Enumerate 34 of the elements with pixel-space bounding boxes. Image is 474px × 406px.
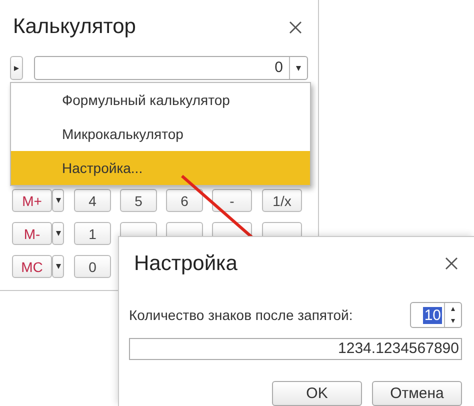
play-icon — [14, 66, 19, 70]
digits-label: Количество знаков после запятой: — [129, 307, 353, 323]
memory-key[interactable]: MC — [12, 255, 52, 278]
spin-field[interactable]: 10 — [410, 302, 462, 328]
dropdown-key[interactable] — [52, 189, 64, 212]
cancel-button[interactable]: Отмена — [372, 381, 462, 406]
digit-key[interactable]: 0 — [74, 255, 111, 278]
close-icon[interactable] — [289, 20, 302, 34]
preview-field: 1234.1234567890 — [129, 338, 462, 360]
dialog-title: Настройка — [134, 252, 238, 276]
dropdown-key[interactable] — [52, 255, 64, 278]
up-icon — [451, 307, 455, 311]
expand-button[interactable] — [10, 56, 23, 80]
memory-key[interactable]: M+ — [12, 189, 52, 212]
operator-key[interactable]: - — [212, 189, 252, 212]
digit-key[interactable]: 1 — [74, 222, 111, 245]
menu-item[interactable]: Микрокалькулятор — [11, 117, 310, 151]
digit-key[interactable]: 6 — [166, 189, 203, 212]
caret-icon — [296, 66, 301, 70]
digit-key[interactable]: 4 — [74, 189, 111, 212]
window-title: Калькулятор — [13, 15, 136, 39]
digit-key[interactable]: 5 — [120, 189, 157, 212]
operator-key[interactable]: 1/x — [262, 189, 302, 212]
menu-item[interactable]: Формульный калькулятор — [11, 83, 310, 117]
display-field[interactable]: 0 — [34, 56, 308, 80]
dropdown-key[interactable] — [52, 222, 64, 245]
caret-icon — [56, 231, 60, 236]
caret-icon — [56, 198, 60, 203]
close-icon[interactable] — [445, 257, 458, 270]
memory-key[interactable]: M- — [12, 222, 52, 245]
caret-icon — [56, 264, 60, 269]
down-icon — [451, 319, 455, 323]
menu-item[interactable]: Настройка... — [11, 151, 310, 185]
ok-button[interactable]: OK — [272, 381, 362, 406]
